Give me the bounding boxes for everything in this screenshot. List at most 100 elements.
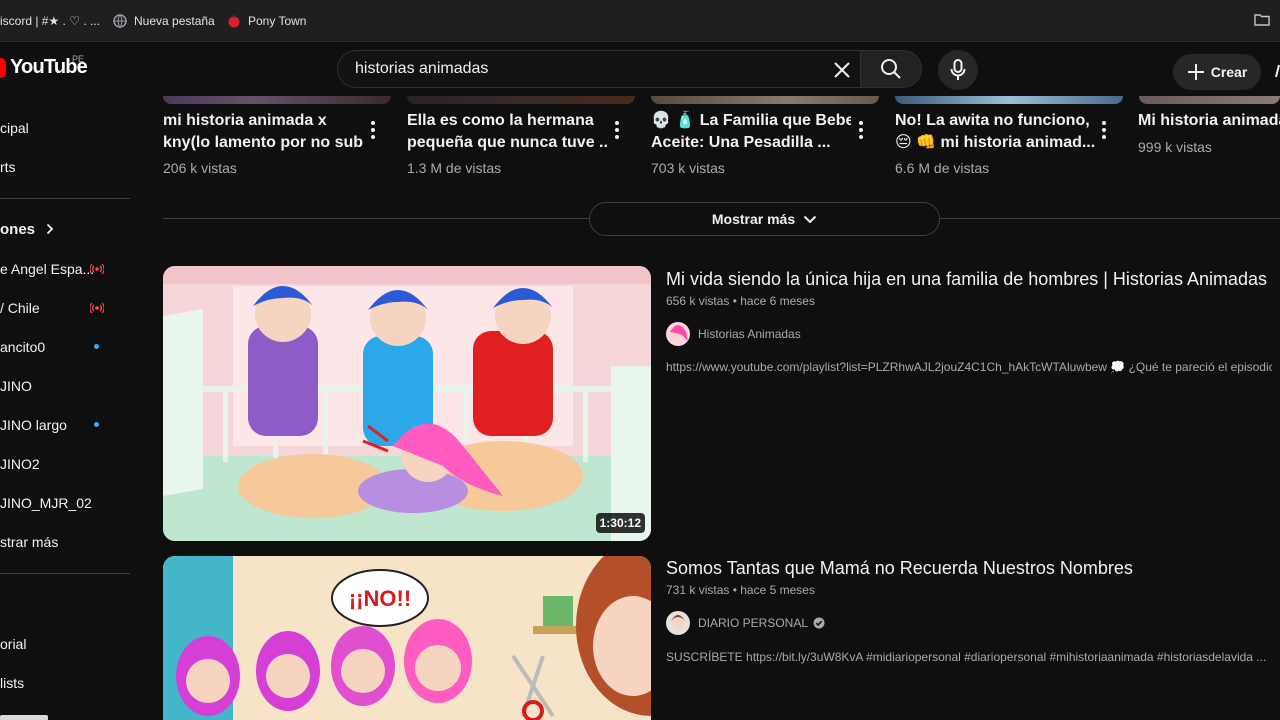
sidebar-item-subscription[interactable]: JINO_MJR_02 [0, 484, 130, 522]
video-description: SUSCRÍBETE https://bit.ly/3uW8KvA #midia… [666, 650, 1267, 664]
sidebar-item-subscription[interactable]: e Angel Espa... [0, 250, 130, 288]
video-metadata: 731 k vistas • hace 5 meses [666, 583, 815, 597]
video-thumbnail[interactable]: 1:30:12 [163, 266, 651, 541]
sidebar-item-subscription[interactable]: ancito0 [0, 328, 130, 366]
video-description: https://www.youtube.com/playlist?list=PL… [666, 360, 1272, 374]
short-title[interactable]: 💀 🧴 La Familia que Bebe Aceite: Una Pesa… [651, 110, 851, 154]
sidebar-item-playlists[interactable]: lists [0, 664, 130, 702]
sidebar-item-history[interactable]: orial [0, 625, 130, 663]
short-thumbnail[interactable] [895, 96, 1123, 104]
channel-avatar[interactable] [666, 322, 690, 346]
sidebar-item-label: JINO2 [0, 456, 40, 472]
section-divider [940, 218, 1280, 219]
sidebar-item-label: JINO largo [0, 417, 67, 433]
globe-icon [113, 14, 127, 28]
channel-info[interactable]: DIARIO PERSONAL [666, 611, 825, 635]
clear-search-button[interactable] [829, 57, 855, 83]
more-options-button[interactable] [370, 121, 376, 139]
sidebar-item-subscription[interactable]: JINO largo [0, 406, 130, 444]
search-input[interactable] [353, 59, 817, 79]
microphone-icon [950, 59, 966, 80]
short-views: 703 k vistas [651, 160, 725, 176]
short-views: 6.6 M de vistas [895, 160, 990, 176]
plus-icon [1187, 64, 1204, 80]
sidebar-item-label: ancito0 [0, 339, 46, 355]
channel-info[interactable]: Historias Animadas [666, 322, 801, 346]
masthead: YouTube PE Crear [0, 42, 1280, 96]
bookmark-new-tab[interactable]: Nueva pestaña [113, 14, 215, 28]
sidebar-item-subscriptions[interactable]: ones [0, 210, 130, 248]
sidebar-item-shorts[interactable]: rts [0, 148, 130, 186]
thumbnail-speech-text: ¡¡NO!! [349, 586, 411, 611]
short-title[interactable]: Ella es como la hermana pequeña que nunc… [407, 110, 607, 154]
video-metadata: 656 k vistas • hace 6 meses [666, 294, 815, 308]
search-box [337, 50, 861, 88]
short-title[interactable]: Mi historia animada [1138, 110, 1280, 132]
thumbnail-illustration: ¡¡NO!! [163, 556, 651, 720]
more-options-button[interactable] [1101, 121, 1107, 139]
bookmark-label: Pony Town [248, 14, 307, 28]
bookmark-discord[interactable]: iscord | #★ . ♡ . ... [0, 14, 100, 28]
folder-icon[interactable] [1254, 14, 1270, 26]
more-options-button[interactable] [858, 121, 864, 139]
show-more-label: Mostrar más [711, 211, 796, 227]
country-code: PE [72, 54, 85, 64]
sidebar-item-label: lists [0, 675, 25, 691]
sidebar-item-label: rts [0, 159, 16, 175]
bookmark-label: iscord | #★ . ♡ . ... [0, 14, 100, 28]
sidebar-show-more[interactable]: strar más [0, 523, 130, 561]
thumbnail-illustration [163, 266, 651, 541]
verified-icon [813, 617, 825, 629]
channel-avatar[interactable] [666, 611, 690, 635]
short-thumbnail[interactable] [163, 96, 391, 104]
short-thumbnail[interactable] [407, 96, 635, 104]
create-label: Crear [1210, 64, 1248, 80]
search-button[interactable] [860, 50, 922, 88]
more-options-button[interactable] [614, 121, 620, 139]
short-title[interactable]: mi historia animada x kny(lo lamento por… [163, 110, 363, 154]
sidebar-item-label: / Chile [0, 300, 40, 316]
voice-search-button[interactable] [938, 50, 978, 90]
section-divider [163, 218, 589, 219]
live-icon [90, 302, 104, 314]
video-thumbnail[interactable]: ¡¡NO!! [163, 556, 651, 720]
sidebar-item-home[interactable]: cipal [0, 109, 130, 147]
channel-name: DIARIO PERSONAL [698, 616, 809, 630]
video-title[interactable]: Mi vida siendo la única hija en una fami… [666, 269, 1267, 290]
sidebar-item-subscription[interactable]: / Chile [0, 289, 130, 327]
close-icon [834, 62, 850, 78]
short-title[interactable]: No! La awita no funciono, 😔 👊 mi histori… [895, 110, 1095, 154]
sidebar-divider [0, 198, 130, 199]
short-views: 999 k vistas [1138, 139, 1212, 155]
sidebar-item-label: JINO [0, 378, 32, 394]
sidebar-item-label: cipal [0, 120, 29, 136]
sidebar-item-subscription[interactable]: JINO2 [0, 445, 130, 483]
sidebar-item-label: ones [0, 220, 36, 238]
apple-icon [228, 15, 240, 28]
bookmark-pony-town[interactable]: Pony Town [227, 14, 306, 28]
new-content-dot [94, 422, 99, 427]
video-title[interactable]: Somos Tantas que Mamá no Recuerda Nuestr… [666, 558, 1133, 579]
chevron-right-icon [46, 223, 54, 235]
new-content-dot [94, 344, 99, 349]
bookmark-label: Nueva pestaña [134, 14, 215, 28]
live-icon [90, 263, 104, 275]
short-thumbnail[interactable] [1139, 96, 1280, 104]
short-thumbnail[interactable] [651, 96, 879, 104]
sidebar-item-subscription[interactable]: JINO [0, 367, 130, 405]
sidebar: cipal rts ones e Angel Espa... / Chile a… [0, 96, 130, 720]
sidebar-divider [0, 573, 130, 574]
youtube-play-icon [0, 57, 6, 78]
sidebar-item-label: strar más [0, 534, 59, 550]
sidebar-item-label: e Angel Espa... [0, 261, 95, 277]
channel-name: Historias Animadas [698, 327, 801, 341]
sidebar-item-label: JINO_MJR_02 [0, 495, 92, 511]
youtube-logo[interactable]: YouTube PE [0, 54, 88, 79]
show-more-button[interactable]: Mostrar más [589, 202, 940, 236]
create-button[interactable]: Crear [1173, 54, 1261, 90]
video-duration: 1:30:12 [595, 513, 645, 533]
notification-icon[interactable] [1274, 64, 1280, 78]
sidebar-item-label: orial [0, 636, 27, 652]
sidebar-item-partial[interactable] [0, 703, 130, 720]
search-icon [881, 59, 901, 79]
